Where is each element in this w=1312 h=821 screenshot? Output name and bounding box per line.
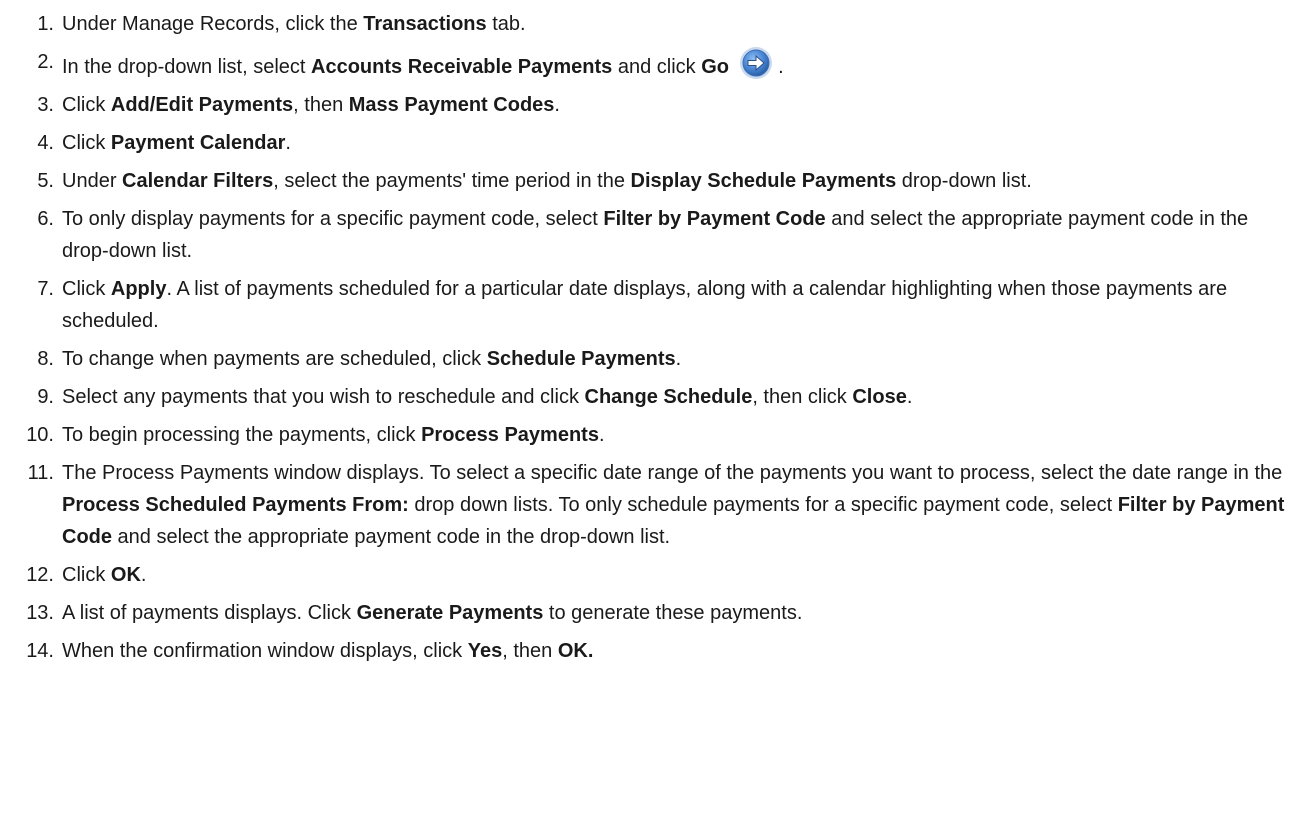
- step-emphasis: Process Payments: [421, 424, 599, 446]
- step-item: 14. When the confirmation window displays…: [0, 635, 1312, 667]
- step-item: 3. Click Add/Edit Payments, then Mass Pay…: [0, 89, 1312, 121]
- step-emphasis: Calendar Filters: [122, 170, 274, 192]
- step-text: drop down lists. To only schedule paymen…: [408, 494, 1118, 516]
- step-item: 9. Select any payments that you wish to r…: [0, 381, 1312, 413]
- step-text: In the drop-down list, select: [62, 56, 312, 78]
- step-text: .: [906, 386, 913, 408]
- step-number: 7.: [37, 278, 54, 300]
- step-text: .: [675, 348, 682, 370]
- step-emphasis: Filter by Payment Code: [603, 208, 826, 230]
- step-emphasis: Payment Calendar: [110, 132, 286, 154]
- step-emphasis: Close: [852, 386, 907, 408]
- step-text: The Process Payments window displays. To…: [62, 462, 1283, 484]
- step-text: When the confirmation window displays, c…: [62, 640, 468, 662]
- step-emphasis: Accounts Receivable Payments: [311, 56, 613, 78]
- step-item: 6. To only display payments for a specifi…: [0, 203, 1312, 267]
- step-text: .: [772, 56, 784, 78]
- step-text: , then click: [752, 386, 853, 408]
- step-number: 4.: [37, 132, 54, 154]
- step-emphasis: Go: [701, 56, 729, 78]
- step-text: and click: [612, 56, 702, 78]
- step-item: 12. Click OK.: [0, 559, 1312, 591]
- step-text: .: [285, 132, 291, 154]
- step-number: 8.: [37, 348, 54, 370]
- step-emphasis: Display Schedule Payments: [630, 170, 897, 192]
- step-item: 5. Under Calendar Filters, select the pay…: [0, 165, 1312, 197]
- step-text: drop-down list.: [896, 170, 1032, 192]
- step-text: and select the appropriate payment code …: [112, 526, 671, 548]
- step-emphasis: Process Scheduled Payments From:: [62, 494, 409, 516]
- step-emphasis: Apply: [110, 278, 167, 300]
- step-text: tab.: [486, 13, 526, 35]
- step-item: 2. In the drop-down list, select Accounts…: [0, 46, 1312, 83]
- step-number: 13.: [26, 602, 54, 624]
- step-emphasis: Yes: [467, 640, 503, 662]
- step-emphasis: Mass Payment Codes: [348, 94, 555, 116]
- steps-list: 1. Under Manage Records, click the Transa…: [0, 8, 1312, 667]
- step-text: .: [140, 564, 147, 586]
- step-number: 6.: [37, 208, 54, 230]
- step-text: Click: [62, 94, 111, 116]
- step-text: A list of payments displays. Click: [62, 602, 357, 624]
- step-text: .: [598, 424, 605, 446]
- step-item: 1. Under Manage Records, click the Transa…: [0, 8, 1312, 40]
- step-emphasis: OK: [110, 564, 141, 586]
- step-number: 10.: [26, 424, 54, 446]
- step-text: , then: [502, 640, 558, 662]
- step-text: Click: [62, 278, 111, 300]
- go-arrow-icon: [739, 46, 773, 80]
- step-emphasis: OK.: [557, 640, 594, 662]
- step-number: 3.: [37, 94, 54, 116]
- step-text: Click: [62, 564, 111, 586]
- step-text: to generate these payments.: [543, 602, 803, 624]
- step-emphasis: Schedule Payments: [486, 348, 676, 370]
- step-item: 4. Click Payment Calendar.: [0, 127, 1312, 159]
- step-text: , select the payments' time period in th…: [273, 170, 631, 192]
- step-emphasis: Transactions: [363, 13, 487, 35]
- step-item: 7. Click Apply. A list of payments schedu…: [0, 273, 1312, 337]
- step-number: 1.: [37, 13, 54, 35]
- step-text: [729, 56, 735, 78]
- step-text: . A list of payments scheduled for a par…: [62, 278, 1228, 332]
- step-emphasis: Add/Edit Payments: [110, 94, 294, 116]
- step-text: Select any payments that you wish to res…: [62, 386, 585, 408]
- step-item: 13. A list of payments displays. Click Ge…: [0, 597, 1312, 629]
- step-item: 10. To begin processing the payments, cli…: [0, 419, 1312, 451]
- step-text: , then: [293, 94, 349, 116]
- step-text: To change when payments are scheduled, c…: [62, 348, 487, 370]
- step-item: 8. To change when payments are scheduled,…: [0, 343, 1312, 375]
- step-number: 2.: [37, 51, 54, 73]
- step-text: .: [554, 94, 560, 116]
- step-text: Under: [62, 170, 123, 192]
- step-number: 5.: [37, 170, 54, 192]
- step-text: To only display payments for a specific …: [62, 208, 604, 230]
- step-number: 9.: [37, 386, 54, 408]
- step-text: To begin processing the payments, click: [62, 424, 422, 446]
- step-number: 12.: [26, 564, 54, 586]
- step-item: 11. The Process Payments window displays.…: [0, 457, 1312, 553]
- instructions-page: 1. Under Manage Records, click the Transa…: [0, 0, 1312, 821]
- step-emphasis: Generate Payments: [356, 602, 544, 624]
- step-number: 11.: [27, 462, 54, 484]
- step-text: Click: [62, 132, 111, 154]
- step-emphasis: Change Schedule: [584, 386, 753, 408]
- step-text: Under Manage Records, click the: [62, 13, 364, 35]
- step-number: 14.: [26, 640, 54, 662]
